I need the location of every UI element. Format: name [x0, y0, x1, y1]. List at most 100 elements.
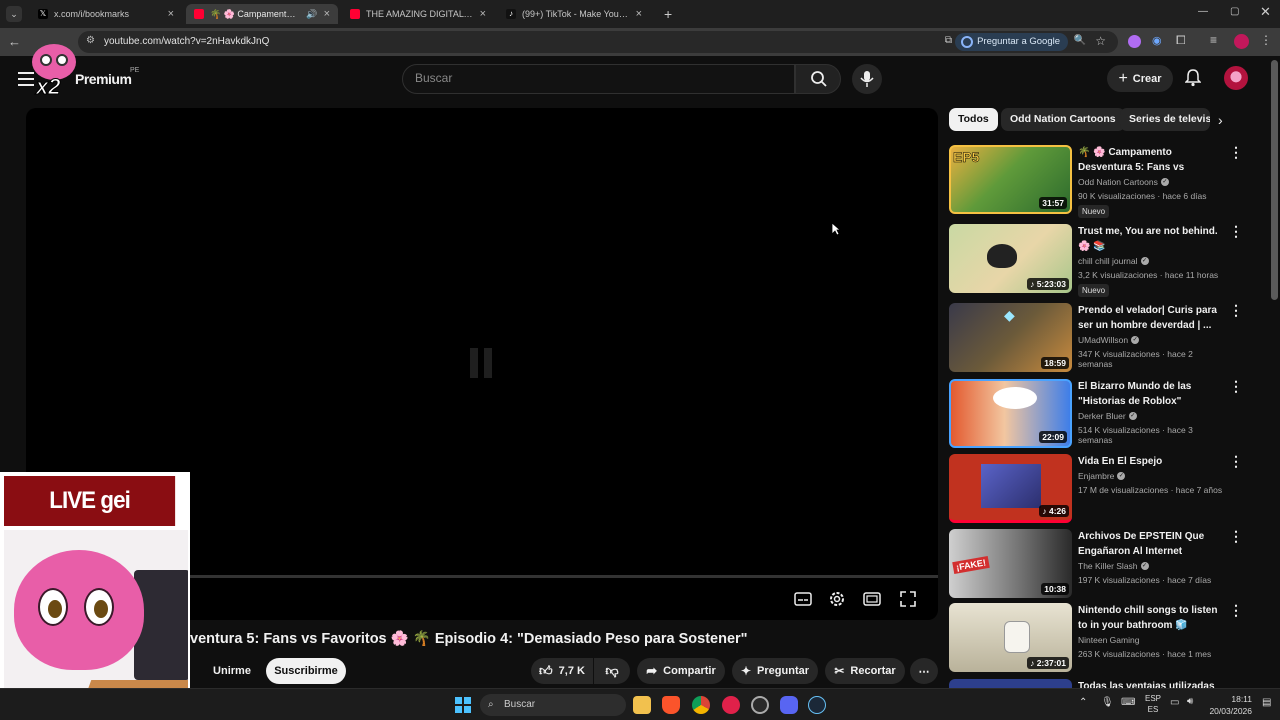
list-item[interactable]: ◆ 18:59 Prendo el velador| Curis para se… [949, 303, 1249, 373]
chip-odd-nation[interactable]: Odd Nation Cartoons [1001, 108, 1125, 131]
more-vertical-icon[interactable]: ⋮ [1229, 303, 1243, 317]
tab-tiktok[interactable]: ♪ (99+) TikTok - Make Your Day × [498, 4, 650, 24]
video-title[interactable]: El Bizarro Mundo de las "Historias de Ro… [1078, 379, 1228, 409]
theater-mode-icon[interactable] [861, 588, 883, 610]
more-vertical-icon[interactable]: ⋮ [1229, 379, 1243, 393]
video-thumbnail[interactable]: 22:09 [949, 379, 1072, 448]
new-tab-icon[interactable]: + [664, 6, 672, 22]
windows-start-icon[interactable] [455, 697, 471, 713]
back-arrow-icon[interactable]: ← [8, 34, 21, 49]
language-indicator[interactable]: ESP ES [1145, 693, 1161, 715]
channel-name[interactable]: UMadWillson [1078, 335, 1128, 345]
chip-series[interactable]: Series de televis [1120, 108, 1210, 131]
close-tab-icon[interactable]: × [636, 8, 642, 20]
cast-icon[interactable]: ⧉ [945, 35, 952, 46]
taskbar-search[interactable]: ⌕ Buscar [480, 694, 626, 716]
settings-gear-icon[interactable] [826, 588, 848, 610]
minimize-icon[interactable]: — [1198, 6, 1208, 17]
subscribe-button[interactable]: Suscribirme [266, 658, 346, 684]
browser-menu-icon[interactable]: ⋮ [1260, 33, 1272, 47]
share-button[interactable]: ➦ Compartir [637, 658, 725, 684]
reading-list-icon[interactable]: ≡ [1210, 33, 1217, 47]
channel-name[interactable]: chill chill journal [1078, 256, 1138, 266]
page-scrollbar[interactable] [1271, 60, 1278, 300]
channel-name[interactable]: Odd Nation Cartoons [1078, 177, 1158, 187]
video-title[interactable]: Vida En El Espejo [1078, 454, 1228, 469]
voice-search-button[interactable] [852, 64, 882, 94]
more-vertical-icon[interactable]: ⋮ [1229, 145, 1243, 159]
address-bar[interactable]: ⚙ youtube.com/watch?v=2nHavkdkJnQ ⧉ Preg… [78, 31, 1118, 53]
list-item[interactable]: ♪ 4:26 Vida En El Espejo Enjambre ✓ 17 M … [949, 454, 1249, 524]
network-icon[interactable]: ▭ [1170, 697, 1179, 708]
chips-next-chevron-icon[interactable]: › [1218, 112, 1223, 128]
tab-youtube-active[interactable]: 🌴 🌸 Campamento Desventura 🔊 × [186, 4, 338, 24]
join-button[interactable]: Unirme [203, 658, 261, 684]
opera-gx-icon[interactable] [722, 696, 740, 714]
tab-digital-circus[interactable]: THE AMAZING DIGITAL CIRCUS × [342, 4, 494, 24]
video-thumbnail[interactable] [949, 679, 1072, 688]
tab-list-chevron-icon[interactable]: ⌄ [6, 6, 22, 22]
search-button[interactable] [795, 64, 841, 94]
channel-name[interactable]: Derker Bluer [1078, 411, 1126, 421]
volume-icon[interactable]: 🔊︎ [1187, 696, 1193, 707]
audio-playing-icon[interactable]: 🔊 [306, 9, 317, 20]
more-vertical-icon[interactable]: ⋮ [1229, 224, 1243, 238]
steam-icon[interactable] [808, 696, 826, 714]
chip-all[interactable]: Todos [949, 108, 998, 131]
zoom-icon[interactable]: 🔍 [1074, 35, 1086, 46]
extension-icon[interactable]: ◉ [1152, 34, 1162, 47]
video-title[interactable]: Archivos De EPSTEIN Que Engañaron Al Int… [1078, 529, 1228, 559]
list-item[interactable]: ¡FAKE! 10:38 Archivos De EPSTEIN Que Eng… [949, 529, 1249, 599]
fullscreen-icon[interactable] [897, 588, 919, 610]
like-button[interactable]: 👍︎ 7,7 K [531, 658, 593, 684]
microphone-tray-icon[interactable]: 🎙︎ [1101, 697, 1114, 708]
profile-avatar[interactable] [1234, 34, 1249, 49]
site-info-icon[interactable]: ⚙ [86, 35, 95, 46]
close-tab-icon[interactable]: × [324, 8, 330, 20]
list-item[interactable]: ♪ 2:37:01 Nintendo chill songs to listen… [949, 603, 1249, 673]
notification-center-icon[interactable]: ▤ [1262, 697, 1271, 708]
channel-name[interactable]: The Killer Slash [1078, 561, 1138, 571]
keyboard-tray-icon[interactable]: ⌨ [1121, 697, 1135, 708]
close-window-icon[interactable]: ✕ [1260, 4, 1271, 20]
more-vertical-icon[interactable]: ⋮ [1229, 603, 1243, 617]
channel-name[interactable]: Enjambre [1078, 471, 1114, 481]
more-vertical-icon[interactable]: ⋮ [1229, 529, 1243, 543]
search-box[interactable] [402, 64, 795, 94]
video-title[interactable]: Prendo el velador| Curis para ser un hom… [1078, 303, 1228, 333]
discord-icon[interactable] [780, 696, 798, 714]
more-vertical-icon[interactable]: ⋮ [1229, 454, 1243, 468]
video-thumbnail[interactable]: ¡FAKE! 10:38 [949, 529, 1072, 598]
more-actions-button[interactable]: ⋯ [910, 658, 938, 684]
ask-button[interactable]: ✦ Preguntar [732, 658, 818, 684]
extensions-puzzle-icon[interactable]: ⧠ [1176, 33, 1186, 48]
video-thumbnail[interactable]: ♪ 5:23:03 [949, 224, 1072, 293]
tray-chevron-icon[interactable]: ⌃ [1079, 697, 1087, 708]
tab-bookmarks[interactable]: 𝕏 x.com/i/bookmarks × [30, 4, 182, 24]
video-title[interactable]: 🌴 🌸 Campamento Desventura 5: Fans vs Fav… [1078, 145, 1228, 175]
subtitles-icon[interactable] [792, 588, 814, 610]
close-tab-icon[interactable]: × [480, 8, 486, 20]
account-avatar[interactable] [1224, 66, 1248, 90]
close-tab-icon[interactable]: × [168, 8, 174, 20]
list-item[interactable]: 22:09 El Bizarro Mundo de las "Historias… [949, 379, 1249, 449]
extension-icon[interactable] [1128, 35, 1141, 48]
list-item[interactable]: Todas las ventajas utilizadas en ... [949, 679, 1249, 688]
search-input[interactable] [415, 71, 775, 85]
video-title[interactable]: Nintendo chill songs to listen to in you… [1078, 603, 1228, 633]
dislike-button[interactable]: 👎︎ [594, 658, 630, 684]
video-thumbnail[interactable]: EP5 31:57 [949, 145, 1072, 214]
video-thumbnail[interactable]: ◆ 18:59 [949, 303, 1072, 372]
brave-browser-icon[interactable] [662, 696, 680, 714]
file-explorer-icon[interactable] [633, 696, 651, 714]
chrome-icon[interactable] [692, 696, 710, 714]
video-thumbnail[interactable]: ♪ 2:37:01 [949, 603, 1072, 672]
create-button[interactable]: + Crear [1107, 65, 1173, 92]
video-title[interactable]: Todas las ventajas utilizadas en ... [1078, 679, 1228, 688]
notifications-bell-icon[interactable] [1184, 69, 1202, 92]
list-item[interactable]: ♪ 5:23:03 Trust me, You are not behind. … [949, 224, 1249, 297]
clip-button[interactable]: ✂ Recortar [825, 658, 905, 684]
maximize-icon[interactable]: ▢ [1230, 6, 1239, 17]
clock[interactable]: 18:11 20/03/2026 [1208, 693, 1252, 717]
channel-name[interactable]: Ninteen Gaming [1078, 635, 1139, 645]
